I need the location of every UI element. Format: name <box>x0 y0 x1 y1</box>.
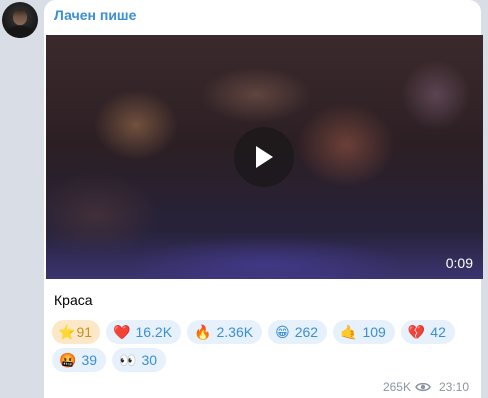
channel-avatar[interactable] <box>2 2 38 38</box>
reactions-bar: ⭐ 91 ❤️ 16.2K 🔥 2.36K 😁 262 🤙 109 💔 42 🤬… <box>52 320 472 372</box>
reaction-fire[interactable]: 🔥 2.36K <box>187 320 263 344</box>
message-bubble: Лачен пише 0:09 Краса ⭐ 91 ❤️ 16.2K 🔥 2.… <box>44 0 483 398</box>
avatar-body <box>7 26 33 38</box>
reaction-count: 91 <box>76 324 93 340</box>
reaction-count: 262 <box>294 324 319 340</box>
view-count: 265K <box>382 380 411 394</box>
reaction-grin[interactable]: 😁 262 <box>268 320 328 344</box>
grin-icon: 😁 <box>275 324 290 340</box>
angry-face-icon: 🤬 <box>59 352 77 368</box>
reaction-angry[interactable]: 🤬 39 <box>52 348 107 372</box>
message-time: 23:10 <box>438 380 469 394</box>
reaction-count: 42 <box>430 324 446 340</box>
avatar-head <box>13 9 27 25</box>
play-button[interactable] <box>234 127 294 187</box>
play-icon <box>256 146 273 168</box>
call-me-hand-icon: 🤙 <box>340 324 358 340</box>
reaction-heart[interactable]: ❤️ 16.2K <box>106 320 182 344</box>
reaction-count: 39 <box>81 352 98 368</box>
reaction-star[interactable]: ⭐ 91 <box>52 320 101 344</box>
eye-icon <box>415 382 431 392</box>
reaction-count: 30 <box>141 352 158 368</box>
reaction-broken-heart[interactable]: 💔 42 <box>400 320 455 344</box>
reaction-count: 16.2K <box>135 324 173 340</box>
star-icon: ⭐ <box>58 324 76 340</box>
reaction-eyes[interactable]: 👀 30 <box>112 348 167 372</box>
message-caption: Краса <box>54 292 93 308</box>
video-player[interactable]: 0:09 <box>46 35 483 279</box>
fire-icon: 🔥 <box>194 324 212 340</box>
heart-icon: ❤️ <box>113 324 131 340</box>
eyes-icon: 👀 <box>119 352 137 368</box>
message-meta: 265K 23:10 <box>383 380 469 394</box>
reaction-count: 2.36K <box>216 324 254 340</box>
reaction-call-me[interactable]: 🤙 109 <box>333 320 395 344</box>
sender-name[interactable]: Лачен пише <box>54 7 136 23</box>
reaction-count: 109 <box>362 324 386 340</box>
broken-heart-icon: 💔 <box>407 324 426 340</box>
video-duration: 0:09 <box>445 255 473 271</box>
